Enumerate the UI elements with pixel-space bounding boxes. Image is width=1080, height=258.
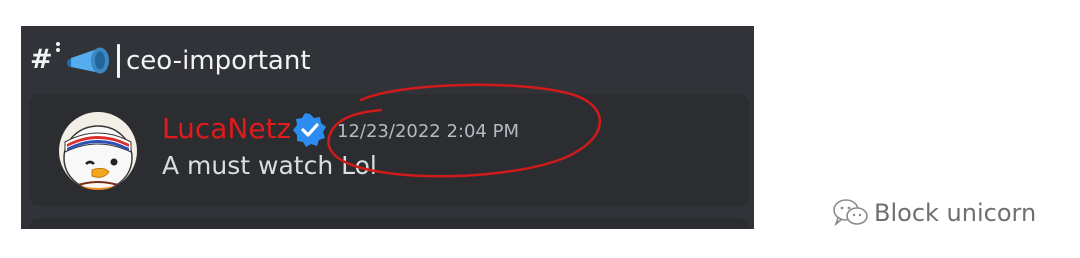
wechat-icon [833,199,868,227]
channel-header: # ceo-important [21,26,754,92]
penguin-avatar-icon [59,112,137,190]
watermark: Block unicorn [832,198,1036,228]
avatar[interactable] [59,112,137,190]
channel-name-separator [117,44,120,78]
channel-name[interactable]: ceo-important [126,45,311,77]
discord-window: # ceo-important LucaNetz 12/23/2022 2:04… [21,26,754,229]
author-name[interactable]: LucaNetz [162,112,291,146]
speaker-dots-icon [56,42,60,52]
message-item[interactable]: LucaNetz 12/23/2022 2:04 PM A must watch… [29,94,749,206]
message-timestamp: 12/23/2022 2:04 PM [337,121,519,142]
watermark-text: Block unicorn [874,199,1037,227]
next-message-item[interactable] [29,218,749,229]
verified-badge-icon [293,113,326,147]
megaphone-icon [67,47,109,74]
message-content: A must watch Lol [162,151,377,180]
hash-icon: # [30,44,53,75]
